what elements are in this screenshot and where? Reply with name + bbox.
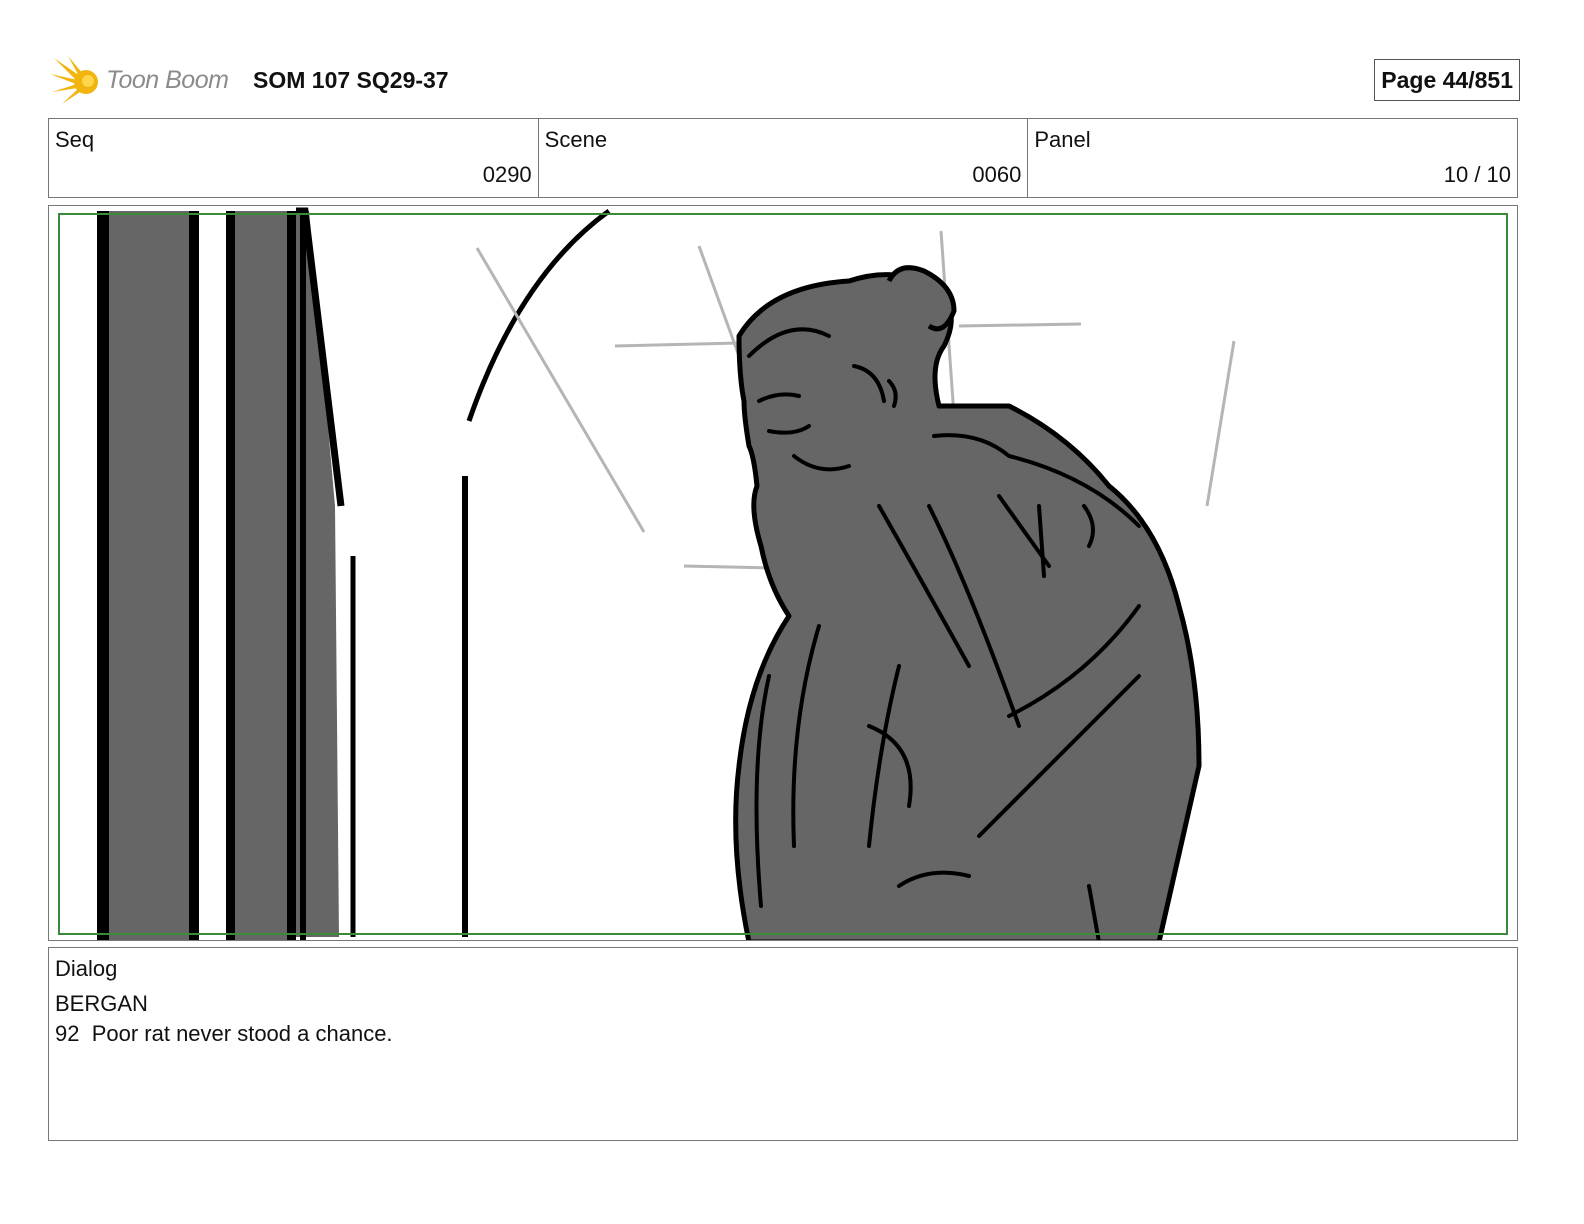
toon-boom-logo: Toon Boom (50, 54, 240, 106)
logo-text: Toon Boom (106, 66, 229, 94)
page-label: Page (1381, 66, 1437, 93)
page-counter: Page 44/851 (1374, 59, 1520, 101)
storyboard-header: Toon Boom SOM 107 SQ29-37 Page 44/851 (48, 52, 1520, 108)
panel-cell: Panel 10 / 10 (1028, 119, 1517, 197)
scene-value: 0060 (972, 162, 1022, 187)
character-bergan (733, 265, 1202, 940)
panel-value: 10 / 10 (1443, 162, 1512, 187)
panel-drawing (58, 207, 1508, 940)
seq-label: Seq (55, 127, 95, 152)
seq-cell: Seq 0290 (49, 119, 539, 197)
storyboard-panel-image[interactable] (48, 205, 1518, 941)
dialog-label: Dialog (55, 956, 118, 981)
page-value: 44/851 (1442, 66, 1513, 93)
dialog-line: 92 Poor rat never stood a chance. (55, 1021, 393, 1046)
scene-cell: Scene 0060 (539, 119, 1029, 197)
seq-value: 0290 (482, 162, 532, 187)
document-title: SOM 107 SQ29-37 (253, 67, 449, 93)
panel-info-row: Seq 0290 Scene 0060 Panel 10 / 10 (48, 118, 1518, 198)
scene-label: Scene (544, 127, 608, 152)
pillars (97, 207, 611, 940)
panel-label: Panel (1034, 127, 1091, 152)
starburst-logo-icon (50, 56, 98, 104)
dialog-box[interactable]: Dialog BERGAN 92 Poor rat never stood a … (48, 947, 1518, 1141)
dialog-speaker: BERGAN (55, 991, 148, 1016)
